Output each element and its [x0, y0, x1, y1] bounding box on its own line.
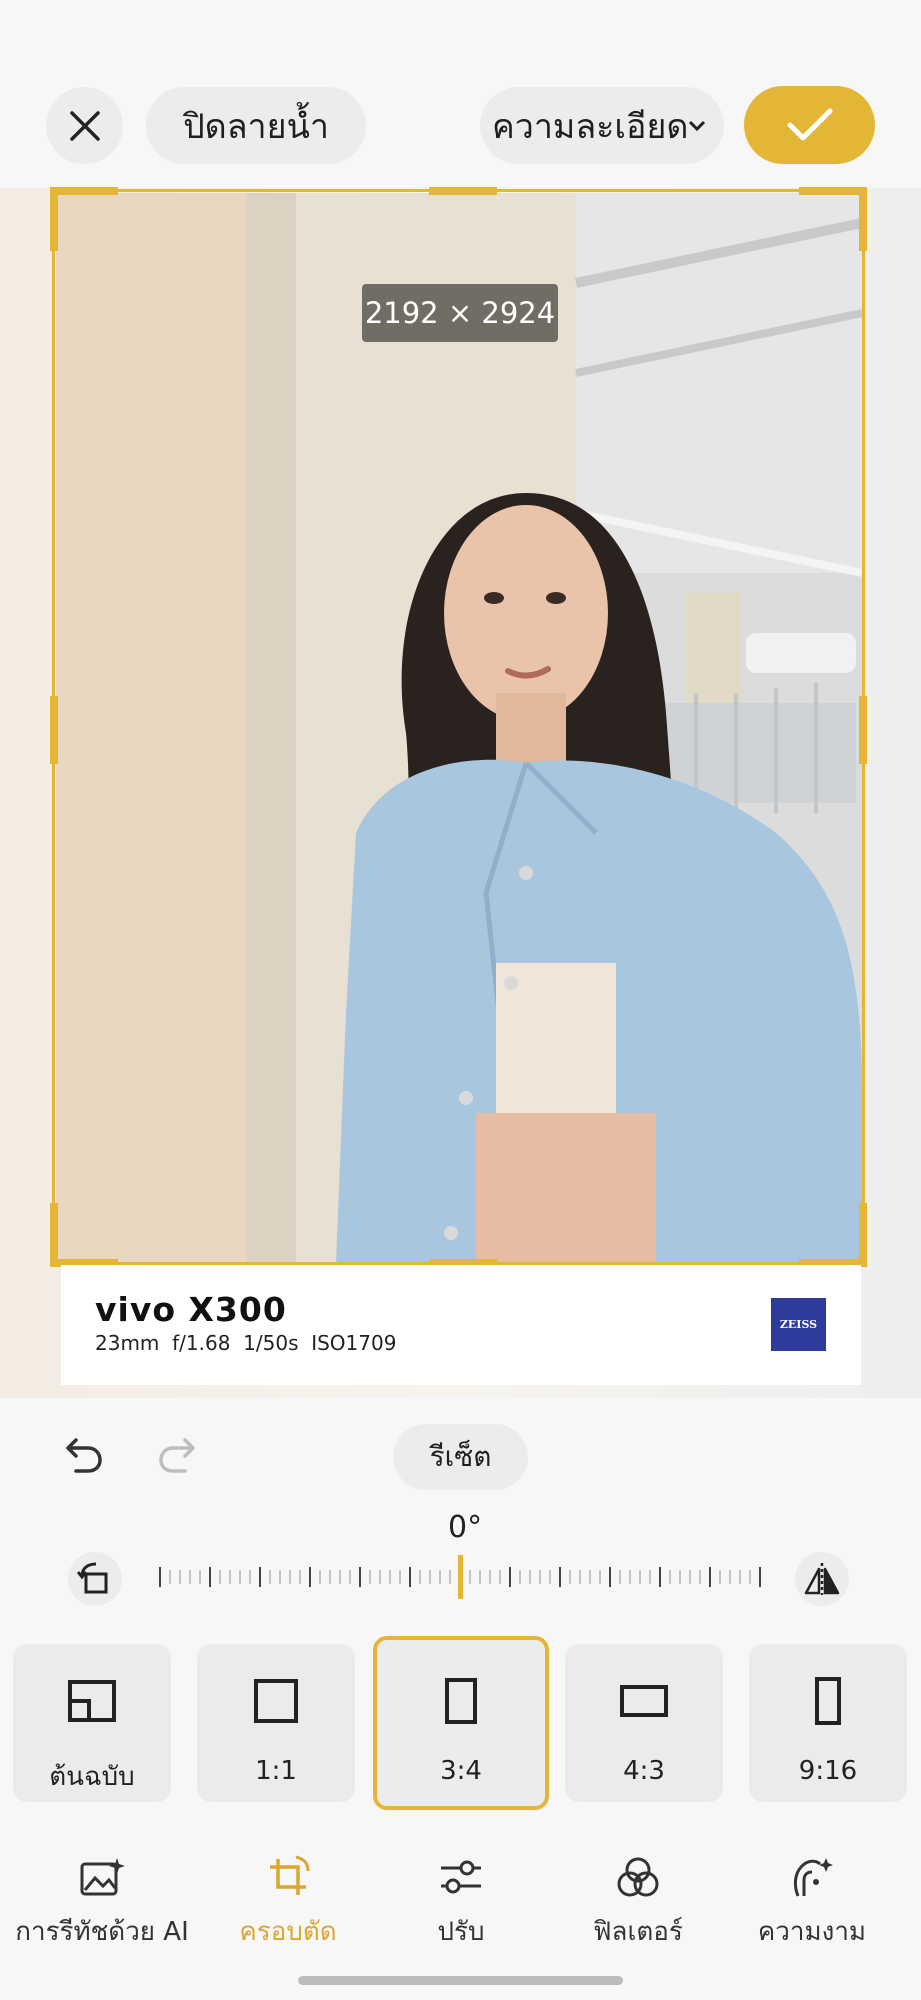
ratio-label: 9:16 — [798, 1756, 858, 1786]
home-indicator[interactable] — [298, 1976, 623, 1985]
nav-label: ความงาม — [757, 1917, 867, 1947]
crop-handle-bottom-right-v[interactable] — [859, 1203, 867, 1267]
resolution-label: ความละเอียด — [492, 106, 688, 147]
flip-button[interactable] — [795, 1552, 849, 1606]
reset-button[interactable]: รีเซ็ต — [393, 1424, 528, 1490]
beauty-icon — [793, 1858, 833, 1897]
portrait-ratio-icon — [445, 1678, 477, 1724]
watermark-off-button[interactable]: ปิดลายน้ำ — [146, 87, 366, 164]
ratio-label: 3:4 — [440, 1756, 482, 1786]
crop-handle-top-left-v[interactable] — [50, 187, 58, 251]
resolution-dropdown[interactable]: ความละเอียด — [480, 87, 724, 164]
filter-icon — [617, 1857, 659, 1897]
ratio-label: 1:1 — [255, 1756, 297, 1786]
nav-label: ฟิลเตอร์ — [593, 1917, 683, 1947]
crop-handle-top-right-v[interactable] — [859, 187, 867, 251]
adjust-sliders-icon — [441, 1860, 481, 1894]
ratio-3-4[interactable]: 3:4 — [373, 1636, 549, 1810]
ratio-label: ต้นฉบับ — [49, 1762, 135, 1792]
undo-button[interactable] — [62, 1432, 112, 1482]
ratio-9-16[interactable]: 9:16 — [749, 1644, 907, 1802]
watermark-model: vivo X300 — [95, 1290, 287, 1329]
nav-beauty[interactable]: ความงาม — [722, 1855, 902, 1952]
crop-handle-top-right[interactable] — [799, 187, 867, 195]
zeiss-logo: ZEISS — [771, 1298, 826, 1351]
rotate-button[interactable] — [68, 1552, 122, 1606]
nav-label: การรีทัชด้วย AI — [15, 1917, 189, 1947]
checkmark-icon — [787, 108, 832, 141]
ratio-1-1[interactable]: 1:1 — [197, 1644, 355, 1802]
nav-crop[interactable]: ครอบตัด — [198, 1855, 378, 1952]
ruler-indicator — [458, 1555, 463, 1599]
close-icon — [69, 110, 100, 141]
square-ratio-icon — [254, 1679, 298, 1723]
tall-ratio-icon — [815, 1677, 841, 1725]
original-ratio-icon — [68, 1680, 116, 1722]
crop-handle-top-left[interactable] — [50, 187, 118, 195]
ratio-original[interactable]: ต้นฉบับ — [13, 1644, 171, 1802]
crop-icon — [270, 1855, 310, 1895]
watermark-exif: 23mm f/1.68 1/50s ISO1709 — [95, 1331, 397, 1355]
nav-ai-retouch[interactable]: การรีทัชด้วย AI — [12, 1855, 192, 1952]
rotate-icon — [76, 1562, 108, 1594]
ratio-label: 4:3 — [623, 1756, 665, 1786]
chevron-down-icon — [688, 120, 706, 131]
dimensions-badge: 2192 × 2924 — [362, 284, 558, 342]
crop-handle-left-center[interactable] — [50, 696, 58, 764]
rotation-ruler[interactable] — [150, 1555, 770, 1599]
confirm-button[interactable] — [744, 86, 875, 164]
crop-handle-right-center[interactable] — [859, 696, 867, 764]
ratio-4-3[interactable]: 4:3 — [565, 1644, 723, 1802]
ai-retouch-icon — [80, 1858, 125, 1896]
landscape-ratio-icon — [620, 1685, 668, 1717]
close-button[interactable] — [46, 87, 123, 164]
nav-label: ครอบตัด — [239, 1917, 337, 1947]
crop-frame[interactable] — [50, 187, 867, 1267]
crop-handle-bottom-left-v[interactable] — [50, 1203, 58, 1267]
redo-button[interactable] — [155, 1432, 205, 1482]
rotation-angle: 0° — [448, 1510, 483, 1545]
undo-icon — [66, 1438, 102, 1473]
nav-filter[interactable]: ฟิลเตอร์ — [548, 1855, 728, 1952]
crop-handle-top-center[interactable] — [429, 187, 497, 195]
flip-icon — [804, 1563, 840, 1595]
nav-adjust[interactable]: ปรับ — [371, 1855, 551, 1952]
redo-icon — [159, 1438, 195, 1473]
nav-label: ปรับ — [437, 1917, 485, 1947]
